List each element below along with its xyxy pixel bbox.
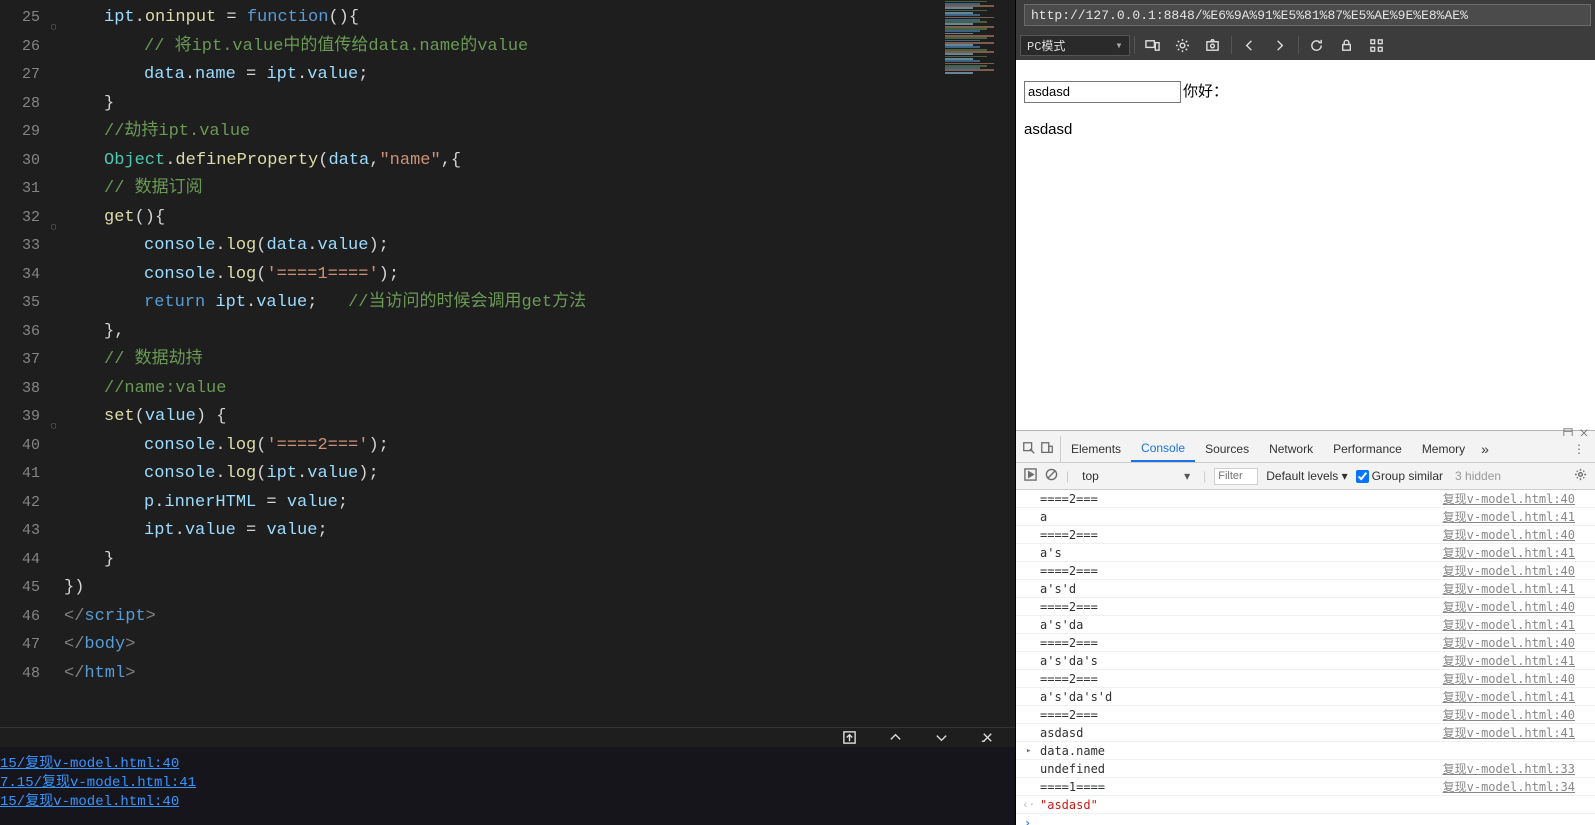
log-source-link[interactable]: 复现v-model.html:41 (1443, 508, 1575, 525)
rendered-page: 你好： asdasd (1016, 60, 1595, 430)
url-input[interactable] (1024, 4, 1591, 26)
context-label: top (1082, 469, 1099, 483)
minimap[interactable] (945, 0, 1015, 140)
browser-panel: PC模式 ▾ 你好： asdasd (1015, 0, 1595, 825)
console-filter-bar: | top▾ | Default levels ▾ Group similar … (1016, 463, 1595, 490)
console-log-row[interactable]: data.name (1016, 742, 1595, 760)
console-log-row[interactable]: ====2===复现v-model.html:40 (1016, 490, 1595, 508)
console-filter-input[interactable] (1214, 468, 1258, 485)
console-log-row[interactable] (1016, 814, 1595, 825)
devtools-tabs: ElementsConsoleSourcesNetworkPerformance… (1016, 436, 1595, 463)
log-source-link[interactable]: 复现v-model.html:40 (1443, 490, 1575, 507)
code-editor: 2526272829303132333435363738394041424344… (0, 0, 1015, 825)
forward-icon[interactable] (1266, 31, 1294, 59)
lock-icon[interactable] (1333, 31, 1361, 59)
log-source-link[interactable]: 复现v-model.html:41 (1443, 688, 1575, 705)
url-bar (1016, 0, 1595, 30)
separator (1298, 36, 1299, 54)
log-source-link[interactable]: 复现v-model.html:40 (1443, 598, 1575, 615)
page-output: asdasd (1024, 121, 1587, 138)
devtools-tab-sources[interactable]: Sources (1195, 436, 1259, 462)
page-text-input[interactable] (1024, 81, 1181, 103)
output-link[interactable]: 15/复现v-model.html:40 (0, 755, 1015, 774)
console-log-row[interactable]: a's复现v-model.html:41 (1016, 544, 1595, 562)
reload-icon[interactable] (1303, 31, 1331, 59)
console-log-row[interactable]: asdasd复现v-model.html:41 (1016, 724, 1595, 742)
device-mode-label: PC模式 (1027, 37, 1065, 54)
play-icon[interactable] (1024, 468, 1037, 484)
console-log-row[interactable]: a's'da复现v-model.html:41 (1016, 616, 1595, 634)
devtools-menu-icon[interactable]: ⋮ (1563, 442, 1595, 456)
console-log-row[interactable]: ====2===复现v-model.html:40 (1016, 598, 1595, 616)
console-log-row[interactable]: ====2===复现v-model.html:40 (1016, 526, 1595, 544)
output-link[interactable]: 15/复现v-model.html:40 (0, 793, 1015, 812)
console-log-list[interactable]: ====2===复现v-model.html:40a复现v-model.html… (1016, 490, 1595, 825)
editor-body[interactable]: 2526272829303132333435363738394041424344… (0, 0, 1015, 727)
page-label: 你好： (1183, 83, 1228, 100)
browser-toolbar: PC模式 ▾ (1016, 30, 1595, 60)
log-source-link[interactable]: 复现v-model.html:33 (1443, 760, 1575, 777)
group-similar-label: Group similar (1372, 469, 1443, 483)
console-log-row[interactable]: a复现v-model.html:41 (1016, 508, 1595, 526)
devtools-tab-network[interactable]: Network (1259, 436, 1323, 462)
console-log-row[interactable]: a's'd复现v-model.html:41 (1016, 580, 1595, 598)
devtools-tab-performance[interactable]: Performance (1323, 436, 1412, 462)
devtools-tab-elements[interactable]: Elements (1061, 436, 1131, 462)
log-source-link[interactable]: 复现v-model.html:41 (1443, 724, 1575, 741)
console-log-row[interactable]: "asdasd" (1016, 796, 1595, 814)
console-log-row[interactable]: ====2===复现v-model.html:40 (1016, 634, 1595, 652)
tabs-overflow-icon[interactable]: » (1481, 441, 1489, 457)
back-icon[interactable] (1236, 31, 1264, 59)
clear-console-icon[interactable] (1045, 468, 1058, 484)
screenshot-icon[interactable] (1199, 31, 1227, 59)
editor-statusbar (0, 727, 1015, 747)
console-log-row[interactable]: ====2===复现v-model.html:40 (1016, 562, 1595, 580)
line-gutter: 2526272829303132333435363738394041424344… (0, 0, 48, 727)
log-source-link[interactable]: 复现v-model.html:40 (1443, 706, 1575, 723)
separator (1134, 36, 1135, 54)
console-log-row[interactable]: ====2===复现v-model.html:40 (1016, 670, 1595, 688)
log-source-link[interactable]: 复现v-model.html:41 (1443, 616, 1575, 633)
hidden-count[interactable]: 3 hidden (1455, 469, 1501, 483)
log-source-link[interactable]: 复现v-model.html:40 (1443, 634, 1575, 651)
devtools-panel: ElementsConsoleSourcesNetworkPerformance… (1016, 430, 1595, 825)
devices-icon[interactable] (1139, 31, 1167, 59)
log-source-link[interactable]: 复现v-model.html:41 (1443, 652, 1575, 669)
qrcode-icon[interactable] (1363, 31, 1391, 59)
group-similar-checkbox[interactable]: Group similar (1356, 469, 1443, 483)
editor-output-links: 15/复现v-model.html:407.15/复现v-model.html:… (0, 747, 1015, 825)
app-root: 2526272829303132333435363738394041424344… (0, 0, 1595, 825)
chevron-down-icon: ▾ (1184, 469, 1190, 483)
log-source-link[interactable]: 复现v-model.html:40 (1443, 562, 1575, 579)
log-source-link[interactable]: 复现v-model.html:40 (1443, 670, 1575, 687)
console-log-row[interactable]: a's'da's'd复现v-model.html:41 (1016, 688, 1595, 706)
log-source-link[interactable]: 复现v-model.html:41 (1443, 544, 1575, 561)
device-toggle-icon[interactable] (1040, 441, 1054, 458)
output-link[interactable]: 7.15/复现v-model.html:41 (0, 774, 1015, 793)
device-mode-select[interactable]: PC模式 ▾ (1020, 35, 1130, 56)
inspect-icon[interactable] (1022, 441, 1036, 458)
console-settings-icon[interactable] (1574, 468, 1587, 484)
log-source-link[interactable]: 复现v-model.html:41 (1443, 580, 1575, 597)
context-select[interactable]: top ▾ (1077, 467, 1195, 486)
devtools-tab-memory[interactable]: Memory (1412, 436, 1475, 462)
log-source-link[interactable]: 复现v-model.html:40 (1443, 526, 1575, 543)
gear-icon[interactable] (1169, 31, 1197, 59)
log-levels-select[interactable]: Default levels ▾ (1266, 469, 1347, 483)
console-log-row[interactable]: undefined复现v-model.html:33 (1016, 760, 1595, 778)
code-area[interactable]: ipt.oninput = function(){// 将ipt.value中的… (48, 0, 1015, 727)
console-log-row[interactable]: a's'da's复现v-model.html:41 (1016, 652, 1595, 670)
console-log-row[interactable]: ====1====复现v-model.html:34 (1016, 778, 1595, 796)
log-source-link[interactable]: 复现v-model.html:34 (1443, 778, 1575, 795)
devtools-tab-console[interactable]: Console (1131, 436, 1195, 462)
separator (1231, 36, 1232, 54)
chevron-down-icon: ▾ (1115, 38, 1122, 53)
console-log-row[interactable]: ====2===复现v-model.html:40 (1016, 706, 1595, 724)
